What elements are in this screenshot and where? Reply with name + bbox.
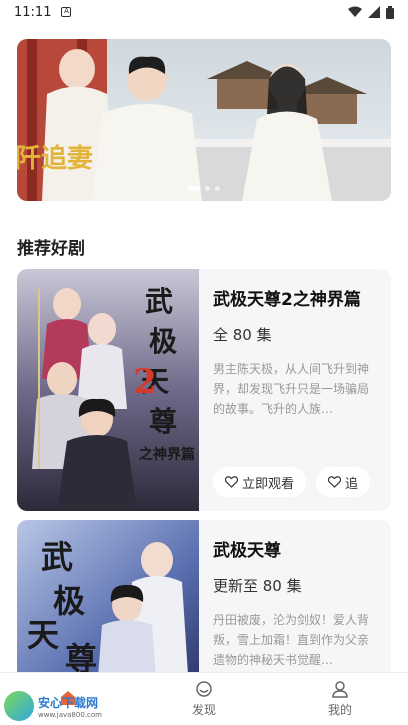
wifi-icon — [348, 6, 362, 17]
tab-mine-label: 我的 — [327, 703, 352, 717]
drama-card[interactable]: 武 极 天 尊 2 之神界篇 武极天尊2之神界篇 全 80 集 男主陈天极，从人… — [17, 269, 391, 511]
battery-icon — [386, 5, 394, 19]
status-bar: 11:11 A — [0, 0, 408, 24]
signal-icon — [368, 6, 380, 18]
svg-text:2: 2 — [133, 362, 157, 402]
banner-dot — [205, 186, 210, 191]
banner-image: 阡追妻 — [17, 39, 391, 201]
svg-text:极: 极 — [53, 582, 85, 620]
heart-icon — [225, 476, 238, 488]
watermark-url: www.java800.com — [38, 710, 102, 719]
tab-discover[interactable]: 发现 — [136, 673, 272, 725]
tab-discover-label: 发现 — [191, 703, 216, 717]
user-icon — [332, 681, 348, 698]
drama-episodes: 更新至 80 集 — [213, 577, 302, 595]
watermark-logo — [4, 691, 34, 721]
banner-indicator — [188, 186, 220, 191]
svg-text:之神界篇: 之神界篇 — [139, 446, 195, 463]
svg-text:极: 极 — [149, 325, 177, 358]
drama-card[interactable]: 武 极 天 尊 武极天尊 更新至 80 集 丹田被废，沦为剑奴！爱人背叛，雪上加… — [17, 520, 391, 690]
banner-carousel[interactable]: 阡追妻 — [17, 39, 391, 201]
status-time: 11:11 — [14, 4, 52, 20]
banner-caption: 阡追妻 — [17, 143, 93, 174]
follow-button[interactable]: 追 — [316, 467, 371, 497]
banner-dot — [215, 186, 220, 191]
heart-icon — [328, 476, 342, 488]
drama-poster: 武 极 天 尊 2 之神界篇 — [17, 269, 199, 511]
search-icon — [196, 681, 212, 697]
section-title: 推荐好剧 — [17, 239, 85, 259]
notification-icon: A — [61, 7, 72, 17]
banner-dot — [188, 186, 200, 191]
drama-description: 男主陈天极，从人间飞升到神界，却发现飞升只是一场骗局的故事。飞升的人族… — [213, 362, 370, 416]
follow-label: 追 — [345, 476, 359, 492]
drama-title[interactable]: 武极天尊2之神界篇 — [213, 285, 379, 310]
watch-now-button[interactable]: 立即观看 — [213, 467, 307, 497]
tab-mine[interactable]: 我的 — [272, 673, 408, 725]
watermark-title: 安心下载网 — [38, 695, 99, 710]
drama-episodes: 全 80 集 — [213, 326, 272, 344]
drama-poster: 武 极 天 尊 — [17, 520, 199, 690]
svg-text:武: 武 — [41, 538, 73, 576]
watermark: 安心下载网 www.java800.com — [4, 691, 102, 721]
watch-now-label: 立即观看 — [242, 476, 295, 492]
svg-text:尊: 尊 — [149, 405, 177, 438]
svg-text:武: 武 — [145, 285, 173, 318]
bottom-tabbar: 发现 我的 安心下载网 www.java800.com — [0, 672, 408, 725]
drama-description: 丹田被废，沦为剑奴！爱人背叛，雪上加霜！直到作为父亲遗物的神秘天书觉醒… — [213, 613, 370, 667]
drama-title[interactable]: 武极天尊 — [213, 536, 379, 561]
svg-text:天: 天 — [27, 616, 59, 654]
